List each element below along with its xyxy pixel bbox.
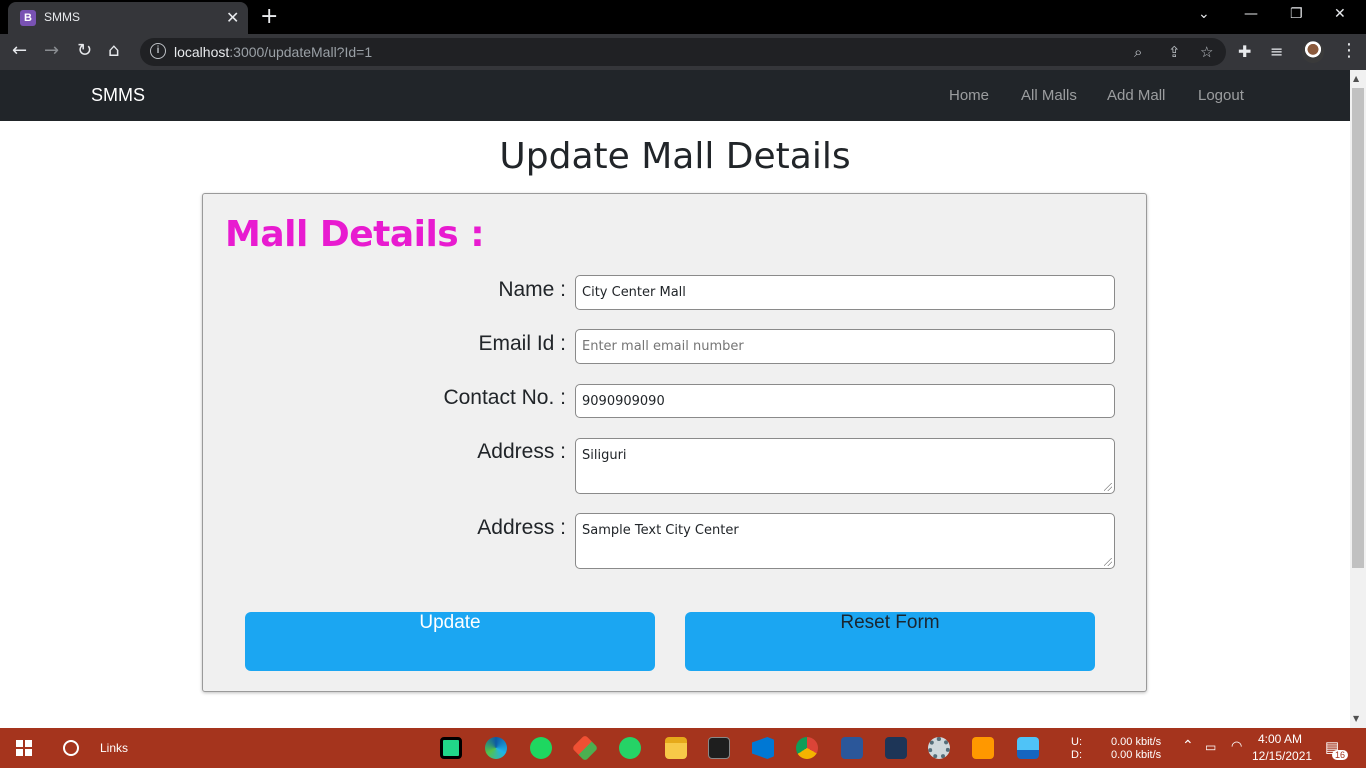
site-info-icon[interactable]: i: [150, 43, 166, 59]
share-icon[interactable]: ⇪: [1168, 43, 1181, 61]
page-title: Update Mall Details: [499, 136, 851, 177]
scroll-up-icon[interactable]: ▲: [1353, 74, 1359, 83]
reload-icon[interactable]: ↻: [77, 40, 92, 61]
email-input[interactable]: Enter mall email number: [575, 329, 1115, 364]
address-bar[interactable]: i localhost:3000/updateMall?Id=1 ⌕ ⇪ ☆: [140, 38, 1226, 66]
photos-icon[interactable]: [1017, 737, 1039, 759]
clock-time[interactable]: 4:00 AM: [1258, 732, 1302, 746]
close-tab-icon[interactable]: ✕: [226, 8, 239, 27]
email-label: Email Id :: [478, 332, 566, 355]
bootstrap-favicon-icon: B: [20, 10, 36, 26]
tab-search-chevron-icon[interactable]: ⌄: [1198, 6, 1210, 22]
back-arrow-icon[interactable]: ←: [12, 40, 27, 61]
address-2-value: Sample Text City Center: [582, 523, 739, 538]
name-input[interactable]: City Center Mall: [575, 275, 1115, 310]
contact-label: Contact No. :: [443, 386, 566, 409]
nav-link-logout[interactable]: Logout: [1198, 87, 1244, 104]
git-kraken-icon[interactable]: [571, 734, 599, 762]
site-navbar: SMMS Home All Malls Add Mall Logout: [0, 70, 1350, 121]
new-tab-icon[interactable]: +: [260, 4, 278, 29]
resize-handle-icon[interactable]: [1104, 483, 1112, 491]
address-2-textarea[interactable]: Sample Text City Center: [575, 513, 1115, 569]
battery-icon[interactable]: ▭: [1205, 740, 1216, 754]
forward-arrow-icon[interactable]: →: [44, 40, 59, 61]
net-up-value: 0.00 kbit/s: [1111, 736, 1162, 748]
word-icon[interactable]: [841, 737, 863, 759]
media-queue-icon[interactable]: ≡: [1270, 42, 1283, 61]
tray-chevron-up-icon[interactable]: ⌃: [1182, 737, 1194, 754]
net-down-value: 0.00 kbit/s: [1111, 749, 1162, 761]
resize-handle-icon[interactable]: [1104, 558, 1112, 566]
cortana-search-icon[interactable]: [63, 740, 79, 756]
home-icon[interactable]: ⌂: [108, 40, 119, 61]
tab-title: SMMS: [44, 10, 80, 24]
file-explorer-icon[interactable]: [665, 737, 687, 759]
zoom-icon[interactable]: ⌕: [1134, 43, 1142, 61]
net-down-label: D:: [1071, 749, 1082, 761]
terminal-icon[interactable]: [708, 737, 730, 759]
update-button[interactable]: Update: [245, 612, 655, 671]
profile-avatar[interactable]: [1302, 41, 1324, 63]
page-viewport: SMMS Home All Malls Add Mall Logout Upda…: [0, 70, 1350, 728]
browser-toolbar: ← → ↻ ⌂ i localhost:3000/updateMall?Id=1…: [0, 34, 1366, 70]
mall-details-card: Mall Details : Name : City Center Mall E…: [202, 193, 1147, 692]
minimize-icon[interactable]: —: [1244, 6, 1258, 22]
name-label: Name :: [498, 278, 566, 301]
extensions-puzzle-icon[interactable]: ✚: [1238, 42, 1251, 61]
menu-kebab-icon[interactable]: ⋮: [1340, 40, 1358, 61]
whatsapp-icon[interactable]: [619, 737, 641, 759]
restore-icon[interactable]: ❐: [1290, 6, 1303, 22]
wifi-icon[interactable]: ◠: [1231, 738, 1242, 754]
close-window-icon[interactable]: ✕: [1334, 6, 1346, 22]
clock-date[interactable]: 12/15/2021: [1252, 749, 1312, 763]
scroll-down-icon[interactable]: ▼: [1353, 714, 1359, 723]
address-textarea[interactable]: Siliguri: [575, 438, 1115, 494]
bookmark-star-icon[interactable]: ☆: [1200, 43, 1213, 61]
notification-badge: 16: [1332, 750, 1349, 760]
browser-tab[interactable]: B SMMS ✕: [8, 2, 248, 34]
nav-link-all-malls[interactable]: All Malls: [1021, 87, 1077, 104]
nav-link-add-mall[interactable]: Add Mall: [1107, 87, 1165, 104]
vscode-icon[interactable]: [752, 737, 774, 759]
edge-icon[interactable]: [485, 737, 507, 759]
contact-input[interactable]: 9090909090: [575, 384, 1115, 418]
taskbar-search-label[interactable]: Links: [100, 741, 128, 755]
mysql-workbench-icon[interactable]: [885, 737, 907, 759]
scrollbar-thumb[interactable]: [1352, 88, 1364, 568]
reset-form-button[interactable]: Reset Form: [685, 612, 1095, 671]
navbar-brand[interactable]: SMMS: [91, 85, 145, 106]
browser-titlebar: B SMMS ✕ + ⌄ — ❐ ✕: [0, 0, 1366, 34]
spotify-icon[interactable]: [530, 737, 552, 759]
sublime-text-icon[interactable]: [972, 737, 994, 759]
nav-link-home[interactable]: Home: [949, 87, 989, 104]
url-text: localhost:3000/updateMall?Id=1: [174, 44, 373, 60]
windows-start-icon[interactable]: [16, 740, 32, 756]
page-scrollbar[interactable]: ▲ ▼: [1350, 70, 1366, 728]
chrome-icon[interactable]: [796, 737, 818, 759]
address-2-label: Address :: [477, 516, 566, 539]
windows-taskbar: Links U: D: 0.00 kbit/s 0.00 kbit/s ⌃ ▭ …: [0, 728, 1366, 768]
pycharm-icon[interactable]: [440, 737, 462, 759]
settings-gear-icon[interactable]: [928, 737, 950, 759]
net-up-label: U:: [1071, 736, 1082, 748]
address-value: Siliguri: [582, 448, 627, 463]
address-label: Address :: [477, 440, 566, 463]
card-heading: Mall Details :: [225, 214, 485, 255]
